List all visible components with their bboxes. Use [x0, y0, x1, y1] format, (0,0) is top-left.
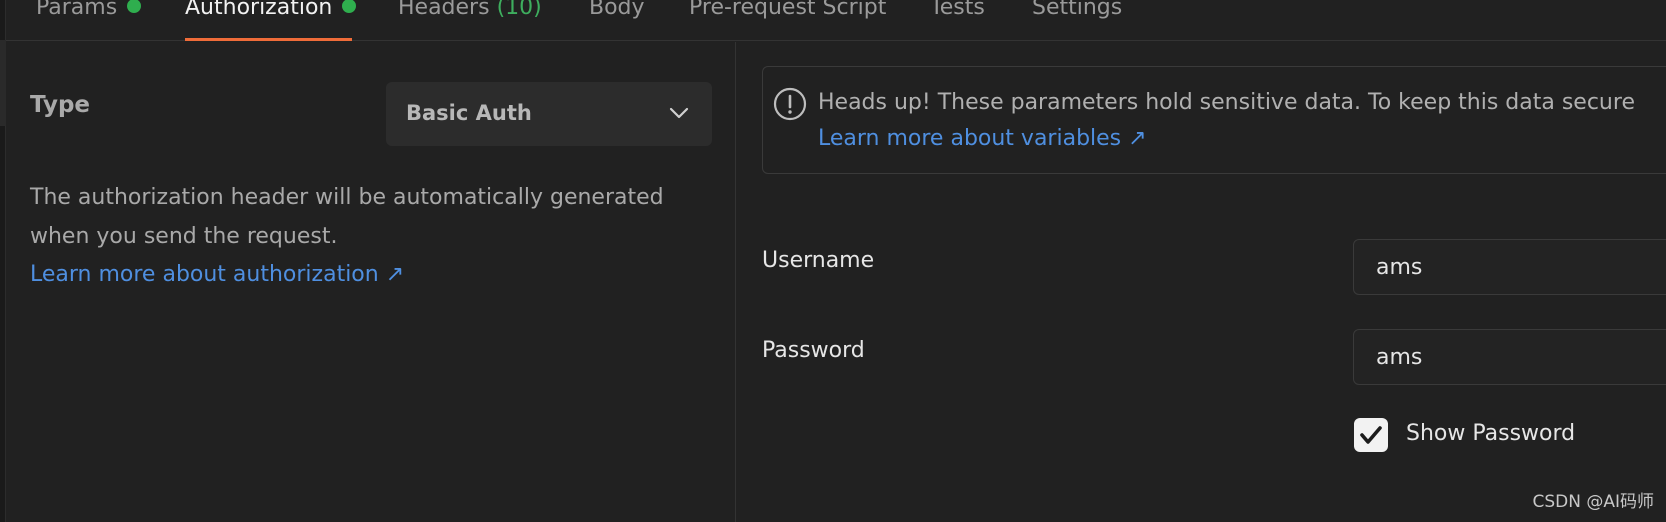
auth-type-select[interactable]: Basic Auth — [386, 82, 712, 146]
type-label: Type — [30, 92, 91, 118]
exclamation-circle-icon — [773, 87, 807, 121]
chevron-down-icon — [669, 107, 689, 119]
auth-description: The authorization header will be automat… — [30, 185, 664, 249]
tab-params[interactable]: Params — [36, 0, 142, 41]
tab-pre-request-label: Pre-request Script — [689, 0, 887, 20]
tab-pre-request-script[interactable]: Pre-request Script — [689, 0, 886, 41]
headers-count: (10) — [496, 0, 542, 20]
active-tab-indicator — [185, 38, 352, 41]
show-password-checkbox[interactable] — [1354, 418, 1388, 452]
tab-authorization[interactable]: Authorization — [185, 0, 357, 41]
watermark: CSDN @AI码师 — [1532, 492, 1654, 512]
password-input[interactable] — [1353, 329, 1666, 385]
username-input[interactable] — [1353, 239, 1666, 295]
request-tabs: Params Authorization Headers (10) Body P… — [6, 0, 1666, 41]
tab-headers-label: Headers — [398, 0, 490, 20]
tab-authorization-label: Authorization — [185, 0, 333, 20]
tab-headers[interactable]: Headers (10) — [398, 0, 542, 41]
params-status-dot — [127, 0, 142, 13]
auth-type-value: Basic Auth — [406, 101, 532, 125]
tab-body-label: Body — [589, 0, 645, 20]
auth-type-panel: Type Basic Auth The authorization header… — [6, 42, 736, 522]
learn-authorization-link[interactable]: Learn more about authorization ↗ — [30, 255, 404, 294]
tab-tests-label: Tests — [930, 0, 985, 20]
authorization-status-dot — [342, 0, 357, 13]
tab-body[interactable]: Body — [589, 0, 645, 41]
auth-editor: Params Authorization Headers (10) Body P… — [0, 0, 1666, 522]
show-password-label: Show Password — [1406, 421, 1576, 446]
tab-tests[interactable]: Tests — [930, 0, 985, 41]
checkmark-icon — [1360, 426, 1382, 444]
auth-credentials-panel: Heads up! These parameters hold sensitiv… — [737, 42, 1666, 522]
tab-settings-label: Settings — [1032, 0, 1123, 20]
password-label: Password — [762, 338, 865, 363]
learn-variables-link[interactable]: Learn more about variables ↗ — [818, 121, 1147, 157]
alert-message: Heads up! These parameters hold sensitiv… — [818, 90, 1635, 115]
tab-settings[interactable]: Settings — [1032, 0, 1122, 41]
username-label: Username — [762, 248, 875, 273]
sensitive-data-alert: Heads up! These parameters hold sensitiv… — [762, 66, 1666, 174]
tab-params-label: Params — [36, 0, 118, 20]
